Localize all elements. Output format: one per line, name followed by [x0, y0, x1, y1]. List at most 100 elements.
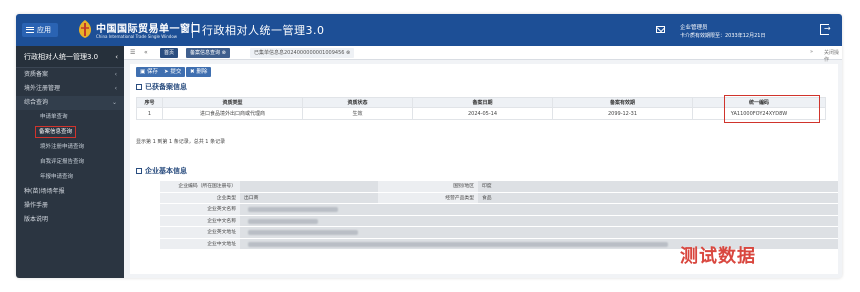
submit-button-label: 提交 [170, 69, 182, 75]
sidebar-item-nursery-annual-report[interactable]: 种(苗)场场年报 [16, 185, 124, 199]
logout-icon[interactable] [820, 24, 831, 35]
sidebar-item-qualification[interactable]: 资质备案 ‹ [16, 68, 124, 82]
form-row: 企业类型 出口商 经营产品类型 食品 [160, 192, 838, 204]
table-row[interactable]: 1 进口食品境外出口商或代理商 生效 2024-05-14 2099-12-31… [136, 107, 826, 120]
chevron-left-icon: ‹ [114, 85, 117, 92]
save-button-label: 保存 [146, 69, 158, 75]
form-label: 企业英文名称 [160, 204, 240, 215]
test-data-watermark: 测试数据 [680, 246, 756, 267]
sidebar-subitem-label: 申请单查询 [40, 114, 68, 120]
sidebar-item-version-notes[interactable]: 版本说明 [16, 213, 124, 227]
sidebar-item-manual[interactable]: 操作手册 [16, 199, 124, 213]
table-cell: 2099-12-31 [552, 107, 693, 120]
form-label: 企业英文地址 [160, 227, 240, 238]
redacted-value [248, 230, 358, 235]
sidebar-subitem-application-query[interactable]: 申请单查询 [16, 110, 124, 125]
sidebar-item-label: 综合查询 [24, 99, 49, 106]
form-row: 企业编码（所在国注册号） 国别/地区 印度 [160, 181, 838, 193]
unified-code-highlight [724, 95, 820, 123]
tab-label: 已集单信息息2024000000001009456 [254, 50, 345, 56]
edit-icon [136, 168, 142, 174]
form-label: 企业类型 [160, 192, 240, 203]
form-row: 企业英文地址 [160, 227, 838, 239]
form-row: 企业中文名称 [160, 215, 838, 227]
sidebar-subitem-filing-info-query[interactable]: 备案信息查询 [16, 125, 124, 140]
sidebar-title-label: 行政相对人统一管理3.0 [24, 53, 99, 61]
column-header: 序号 [136, 97, 163, 108]
sidebar-item-query[interactable]: 综合查询 ⌄ [16, 96, 124, 110]
table-cell: 进口食品境外出口商或代理商 [162, 107, 303, 120]
close-icon[interactable]: ⊗ [222, 50, 226, 56]
save-icon: ▣ [140, 69, 146, 75]
sidebar-subitem-annual-report-query[interactable]: 年报申请查询 [16, 170, 124, 185]
sidebar-subitem-label: 境外注册申请查询 [40, 144, 85, 150]
form-label: 国别/地区 [378, 181, 478, 192]
brand-name-cn: 中国国际贸易单一窗口 [96, 24, 201, 35]
form-row: 企业英文名称 [160, 204, 838, 216]
app-menu-label: 应用 [37, 26, 51, 34]
app-menu-button[interactable]: 应用 [22, 23, 58, 37]
form-label: 企业中文名称 [160, 215, 240, 226]
submit-button[interactable]: ➤ 提交 [160, 67, 186, 77]
section-title-text: 企业基本信息 [145, 167, 187, 175]
section-title-text: 已获备案信息 [145, 83, 187, 91]
form-label: 企业中文地址 [160, 238, 240, 249]
column-header: 备案日期 [412, 97, 553, 108]
table-header-row: 序号 资质类型 资质状态 备案日期 备案有效期 统一编码 [136, 97, 826, 108]
close-operations-menu[interactable]: 关闭操作 [824, 49, 842, 63]
sidebar-item-label: 资质备案 [24, 71, 49, 78]
app-window: 应用 中国国际贸易单一窗口 China International Trade … [16, 14, 842, 278]
header-divider [192, 22, 193, 38]
double-chevron-right-icon[interactable]: » [810, 49, 813, 55]
redacted-value [248, 241, 668, 247]
save-button[interactable]: ▣ 保存 [136, 67, 162, 77]
grid-menu-icon[interactable]: ☰ [130, 49, 135, 56]
edit-icon [136, 84, 142, 90]
pagination-info: 显示第 1 到第 1 条记录，总共 1 条记录 [136, 139, 226, 145]
sidebar-item-label: 操作手册 [24, 202, 49, 209]
delete-button[interactable]: ✖ 删除 [186, 67, 212, 77]
sidebar-item-overseas-registration[interactable]: 境外注册管理 ‹ [16, 82, 124, 96]
double-chevron-left-icon[interactable]: « [144, 49, 148, 56]
section-filing-info-title: 已获备案信息 [136, 82, 187, 92]
menu-icon [26, 27, 34, 33]
close-icon[interactable]: ⊗ [346, 50, 350, 56]
redacted-value [248, 207, 338, 212]
filing-info-table: 序号 资质类型 资质状态 备案日期 备案有效期 统一编码 1 进口食品境外出口商… [136, 97, 826, 120]
sidebar-item-label: 版本说明 [24, 216, 49, 223]
sidebar-item-label: 种(苗)场场年报 [24, 188, 65, 195]
single-window-logo [79, 20, 91, 38]
sidebar-subitem-self-assessment-query[interactable]: 自我评定报告查询 [16, 155, 124, 170]
section-company-info-title: 企业基本信息 [136, 166, 187, 176]
tab-bar: ☰ « 首页 备案信息查询 ⊗ 已集单信息息202400000000100945… [124, 46, 842, 63]
sidebar-item-label: 境外注册管理 [24, 85, 61, 92]
sidebar: 行政相对人统一管理3.0 ‹ 资质备案 ‹ 境外注册管理 ‹ 综合查询 ⌄ 申请单查询… [16, 46, 124, 278]
form-value: 印度 [482, 184, 492, 189]
mail-icon[interactable] [656, 26, 665, 33]
delete-button-label: 删除 [196, 69, 208, 75]
table-cell: 生效 [302, 107, 413, 120]
redacted-value [248, 218, 318, 224]
system-title: 行政相对人统一管理3.0 [202, 24, 325, 37]
send-icon: ➤ [164, 69, 169, 75]
table-cell: 1 [136, 107, 163, 120]
sidebar-subitem-label: 自我评定报告查询 [40, 159, 85, 165]
top-header: 应用 中国国际贸易单一窗口 China International Trade … [16, 14, 842, 46]
sidebar-subitem-label: 年报申请查询 [40, 174, 74, 180]
tab-home[interactable]: 首页 [160, 48, 179, 58]
tab-filing-detail[interactable]: 已集单信息息2024000000001009456 ⊗ [250, 48, 355, 58]
trash-icon: ✖ [190, 69, 195, 75]
sidebar-subitem-overseas-application-query[interactable]: 境外注册申请查询 [16, 140, 124, 155]
tab-filing-info-query[interactable]: 备案信息查询 ⊗ [186, 48, 230, 58]
sidebar-subitem-label: 备案信息查询 [35, 126, 77, 138]
user-name[interactable]: 企业管理员 [680, 23, 708, 31]
company-info-form: 企业编码（所在国注册号） 国别/地区 印度 企业类型 出口商 经营产品类型 食品… [160, 181, 838, 250]
sidebar-title[interactable]: 行政相对人统一管理3.0 ‹ [16, 46, 124, 68]
column-header: 资质状态 [302, 97, 413, 108]
form-label: 经营产品类型 [378, 192, 478, 203]
chevron-left-icon: ‹ [114, 71, 117, 78]
brand-name-en: China International Trade Single Window [96, 34, 178, 39]
card-expiry-text: 卡介质有效期限至：2033年12月21日 [680, 33, 766, 39]
form-value: 出口商 [244, 195, 259, 201]
table-cell: 2024-05-14 [412, 107, 553, 120]
